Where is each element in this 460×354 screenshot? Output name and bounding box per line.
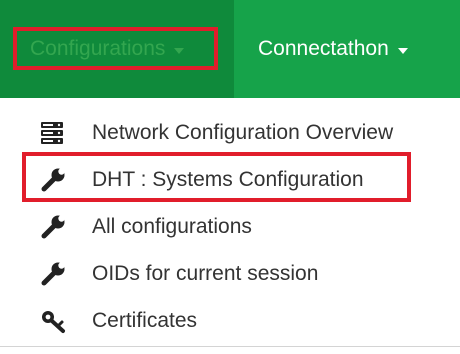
menu-item-label: All configurations (92, 215, 252, 238)
menu-item-network-configuration-overview[interactable]: Network Configuration Overview (0, 108, 460, 158)
menu-item-certificates[interactable]: Certificates (0, 296, 460, 346)
menu-item-dht-systems-configuration[interactable]: DHT : Systems Configuration (0, 155, 460, 205)
wrench-icon (40, 214, 66, 240)
menu-item-label: OIDs for current session (92, 262, 319, 285)
caret-down-icon (397, 47, 408, 54)
nav-configurations-dropdown[interactable]: Configurations (0, 0, 234, 98)
menu-item-label: Certificates (92, 309, 198, 332)
nav-configurations-label: Configurations (30, 37, 166, 60)
wrench-icon (40, 261, 66, 287)
menu-item-label: DHT : Systems Configuration (92, 168, 364, 191)
menu-item-label: Network Configuration Overview (92, 121, 394, 144)
caret-down-icon (174, 47, 185, 54)
server-stack-icon (40, 120, 66, 146)
top-navbar: Configurations Connectathon (0, 0, 460, 98)
menu-item-all-configurations[interactable]: All configurations (0, 202, 460, 252)
nav-connectathon-label: Connectathon (258, 37, 389, 60)
menu-item-oids-for-current-session[interactable]: OIDs for current session (0, 249, 460, 299)
key-icon (40, 308, 66, 334)
nav-connectathon-dropdown[interactable]: Connectathon (234, 0, 460, 98)
menu-bottom-border (0, 346, 460, 347)
wrench-icon (40, 167, 66, 193)
